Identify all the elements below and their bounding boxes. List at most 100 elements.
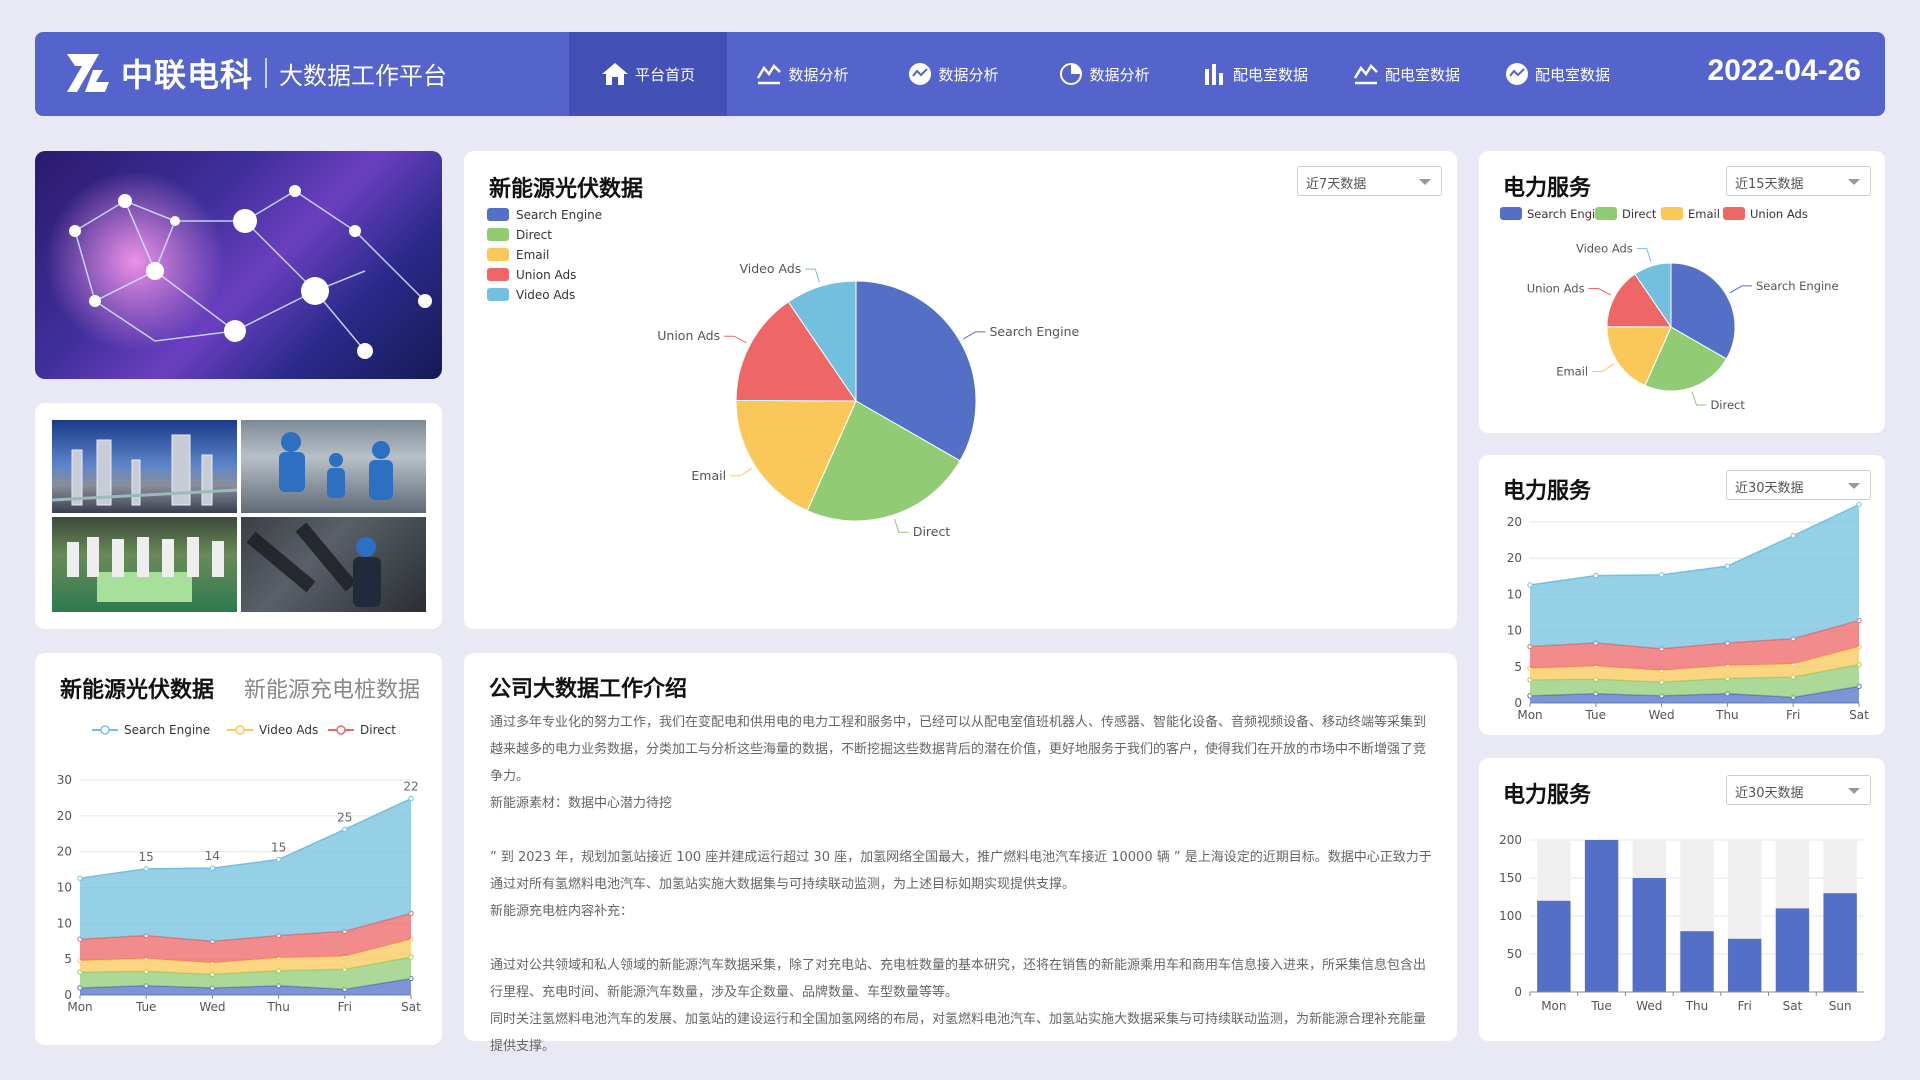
nav-item-substation-1[interactable]: 配电室数据 — [1180, 32, 1331, 116]
y-tick-label: 10 — [57, 916, 72, 930]
nav-label: 数据分析 — [1089, 65, 1150, 84]
stacked-area-chart: Search Engine Video Ads Direct051010202030… — [57, 723, 421, 1014]
stacked-area-chart: 0510102020Mon Tue Wed Thu Fri Sat — [1507, 501, 1869, 722]
legend-swatch — [1723, 207, 1745, 220]
intro-paragraph — [490, 925, 1438, 952]
intro-paragraph: 通过对公共领域和私人领域的新能源汽车数据采集，除了对充电站、充电桩数量的基本研究… — [490, 958, 1427, 1000]
y-tick-label: 20 — [1507, 551, 1522, 565]
legend-swatch — [487, 248, 509, 261]
legend-label: Direct — [516, 228, 552, 242]
area-series — [80, 798, 411, 942]
legend-marker — [100, 725, 110, 735]
pie-slice-label: Video Ads — [740, 261, 802, 276]
data-label: 22 — [403, 780, 418, 794]
x-tick-label: Thu — [1685, 999, 1709, 1013]
power-service-area-card: 电力服务 近30天数据 0 5 10 10 20 20 Mon Tue Wed Thu Fri Sat — [1479, 455, 1885, 735]
x-tick-label: Tue — [1585, 708, 1607, 722]
area-series — [1530, 504, 1859, 649]
legend-swatch — [487, 288, 509, 301]
data-label: 15 — [271, 841, 286, 855]
nav-label: 配电室数据 — [1384, 65, 1460, 84]
photo-engineer[interactable] — [241, 517, 426, 612]
legend-swatch — [1500, 207, 1522, 220]
data-point — [1856, 501, 1862, 508]
legend-label: Email — [1688, 207, 1720, 221]
intro-paragraph: 通过多年专业化的努力工作，我们在变配电和供用电的电力工程和服务中，已经可以从配电… — [490, 715, 1427, 784]
main-nav: 平台首页 数据分析 数据分析 数据分析 配电室数据 配电室数据 配电室数据 — [569, 32, 1633, 116]
company-intro-card: 公司大数据工作介绍 通过多年专业化的努力工作，我们在变配电和供用电的电力工程和服… — [464, 653, 1457, 1054]
bar — [1584, 840, 1619, 992]
pie-chart: Search Engine Direct Email Union Ads Video A… — [487, 208, 1080, 539]
pie-slice-label: Union Ads — [1527, 282, 1585, 296]
workers-illustration — [279, 432, 393, 500]
data-label: 14 — [205, 849, 220, 863]
bar — [1775, 908, 1810, 992]
data-point — [408, 795, 414, 802]
bar — [1823, 893, 1857, 992]
bar-chart: 0 50 100 150 200 Mon Tue Wed Thu Fri Sat Sun — [1499, 833, 1864, 1013]
intro-paragraph — [490, 817, 1438, 844]
nav-item-data-analysis-1[interactable]: 数据分析 — [727, 32, 878, 116]
photo-power-plant[interactable] — [52, 420, 237, 513]
x-tick-label: Thu — [1715, 708, 1739, 722]
card-title: 公司大数据工作介绍 — [489, 677, 688, 702]
trend-circle-icon — [1505, 63, 1528, 85]
pie-chart-icon — [1060, 63, 1083, 85]
pie-label-line — [1588, 288, 1612, 296]
y-tick-label: 10 — [1507, 587, 1522, 601]
pie-label-line — [730, 467, 753, 477]
x-tick-label: Mon — [1517, 708, 1542, 722]
x-tick-label: Tue — [135, 1000, 157, 1014]
nav-item-substation-2[interactable]: 配电室数据 — [1331, 32, 1482, 116]
data-point — [1724, 563, 1731, 569]
logo-icon — [67, 54, 109, 92]
data-point — [275, 856, 282, 863]
pie-slice-label: Union Ads — [657, 328, 720, 343]
home-icon — [601, 63, 628, 85]
legend-marker — [336, 725, 346, 735]
y-tick-label: 0 — [1514, 985, 1522, 999]
legend-label: Union Ads — [1750, 207, 1808, 221]
bar-chart-icon — [1204, 64, 1223, 85]
x-tick-label: Wed — [199, 1000, 225, 1014]
nav-item-data-analysis-3[interactable]: 数据分析 — [1029, 32, 1180, 116]
trend-circle-icon — [909, 63, 932, 85]
data-point — [1527, 582, 1533, 588]
y-tick-label: 20 — [1507, 515, 1522, 529]
pie-label-line — [1636, 248, 1652, 263]
power-service-bar-card: 电力服务 近30天数据 0 50 100 150 200 Mon Tue Wed Thu Fri S… — [1479, 758, 1885, 1041]
pie-slice-label: Email — [691, 468, 726, 483]
brand-name: 中联电科 — [121, 56, 254, 94]
y-tick-label: 20 — [57, 845, 72, 859]
pie-chart: Search Engine Direct Email Union Ads Video A… — [1500, 207, 1839, 412]
bar — [1728, 938, 1762, 992]
legend-swatch — [487, 208, 509, 221]
nav-item-home[interactable]: 平台首页 — [569, 32, 727, 116]
line-chart-icon — [1353, 64, 1378, 85]
x-tick-label: Sat — [1849, 708, 1869, 722]
y-tick-label: 50 — [1507, 947, 1522, 961]
bar — [1632, 878, 1666, 992]
nav-item-substation-3[interactable]: 配电室数据 — [1482, 32, 1633, 116]
pv-data-card: 新能源光伏数据 近7天数据 Search Engine Direct Email Un… — [464, 151, 1457, 629]
legend-label: Email — [516, 248, 549, 262]
top-header: 中联电科 大数据工作平台 平台首页 数据分析 数据分析 数据分析 配电室数据 配… — [35, 32, 1885, 116]
pie-label-line — [1592, 363, 1615, 372]
nav-item-data-analysis-2[interactable]: 数据分析 — [878, 32, 1029, 116]
brand-logo[interactable]: 中联电科 大数据工作平台 — [63, 50, 447, 96]
data-label: 15 — [139, 850, 154, 864]
nav-label: 数据分析 — [788, 65, 849, 84]
pie-slice-label: Search Engine — [1756, 279, 1839, 293]
y-tick-label: 20 — [57, 809, 72, 823]
tech-banner-image — [35, 151, 442, 379]
legend-label: Search Engine — [124, 723, 210, 737]
data-point — [342, 826, 348, 833]
y-tick-label: 200 — [1499, 833, 1522, 847]
pie-slice-label: Email — [1556, 364, 1588, 378]
x-tick-label: Sat — [401, 1000, 421, 1014]
photo-ceremony[interactable] — [52, 517, 237, 612]
legend-label: Union Ads — [516, 268, 576, 282]
network-illustration — [45, 171, 432, 359]
photo-workers[interactable] — [241, 420, 426, 513]
legend-swatch — [487, 228, 509, 241]
